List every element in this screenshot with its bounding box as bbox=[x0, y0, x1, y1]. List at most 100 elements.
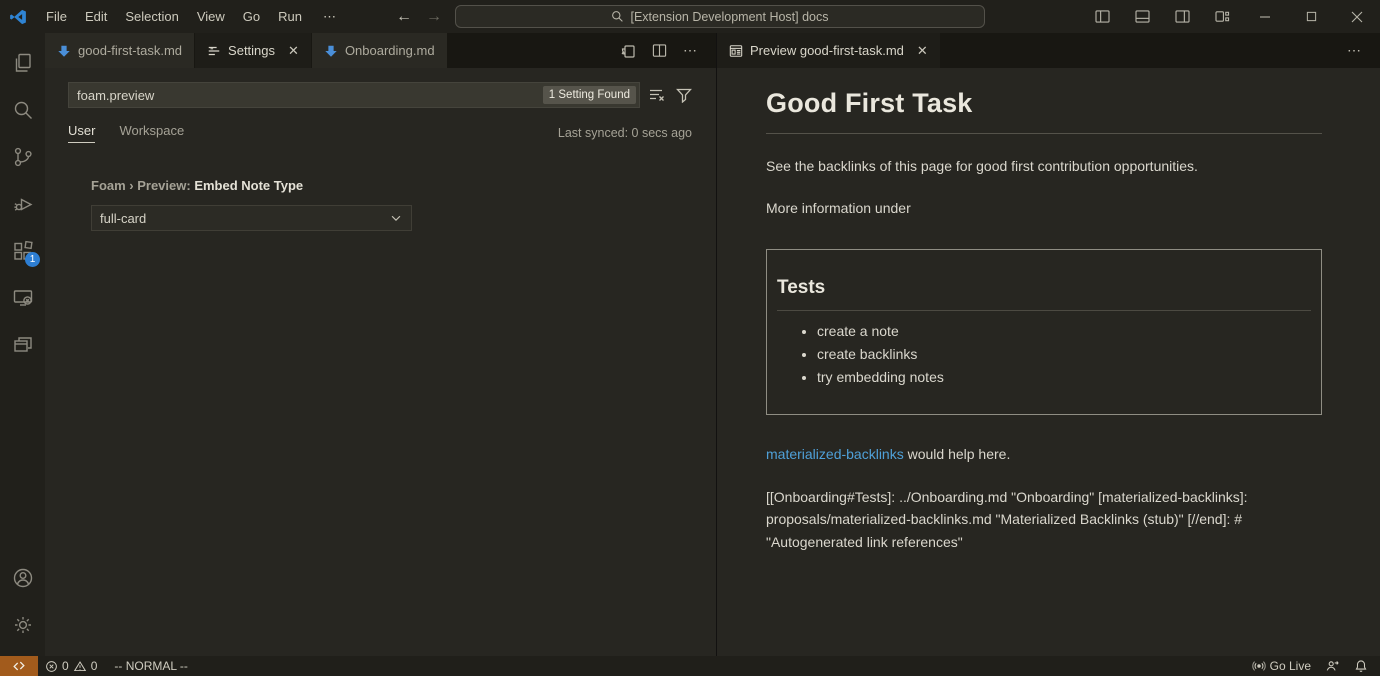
list-item: create backlinks bbox=[817, 346, 1311, 362]
vim-mode-indicator: -- NORMAL -- bbox=[104, 659, 198, 673]
tab-preview-good-first-task[interactable]: Preview good-first-task.md ✕ bbox=[717, 33, 941, 68]
settings-search-icons bbox=[648, 87, 692, 103]
more-actions-icon[interactable]: ⋯ bbox=[683, 42, 698, 59]
scope-tab-user[interactable]: User bbox=[68, 123, 95, 143]
title-bar: File Edit Selection View Go Run ⋯ ← → [E… bbox=[0, 0, 1380, 33]
list-item: try embedding notes bbox=[817, 369, 1311, 385]
vscode-logo-icon bbox=[9, 8, 27, 26]
menu-go[interactable]: Go bbox=[234, 0, 269, 33]
bell-icon bbox=[1354, 659, 1368, 673]
command-center-label: [Extension Development Host] docs bbox=[630, 10, 828, 24]
menu-selection[interactable]: Selection bbox=[116, 0, 187, 33]
maximize-button[interactable] bbox=[1288, 0, 1334, 33]
setting-item: Foam › Preview: Embed Note Type full-car… bbox=[91, 178, 692, 231]
tab-bar-right: Preview good-first-task.md ✕ ⋯ bbox=[717, 33, 1380, 68]
preview-intro: See the backlinks of this page for good … bbox=[766, 157, 1322, 176]
person-arrow-icon bbox=[1325, 659, 1340, 673]
settings-search-row: 1 Setting Found bbox=[68, 82, 692, 108]
materialized-backlinks-link[interactable]: materialized-backlinks bbox=[766, 446, 904, 462]
tab-close-icon[interactable]: ✕ bbox=[917, 43, 928, 59]
card-title: Tests bbox=[777, 277, 1311, 299]
split-editor-icon[interactable] bbox=[652, 43, 667, 58]
filter-funnel-icon[interactable] bbox=[676, 87, 692, 103]
problems-indicator[interactable]: 0 0 bbox=[38, 656, 104, 676]
feedback-button[interactable] bbox=[1318, 656, 1347, 676]
menu-view[interactable]: View bbox=[188, 0, 234, 33]
setting-category: Foam › Preview: bbox=[91, 178, 194, 193]
clear-filters-icon[interactable] bbox=[648, 87, 666, 103]
notifications-button[interactable] bbox=[1347, 656, 1380, 676]
source-control-icon[interactable] bbox=[0, 133, 45, 180]
settings-editor-icon bbox=[207, 44, 221, 58]
warnings-count: 0 bbox=[91, 659, 98, 673]
settings-editor: 1 Setting Found User Workspace Last sync… bbox=[45, 68, 716, 656]
markdown-preview-icon bbox=[729, 44, 743, 58]
status-bar-right: Go Live bbox=[1245, 656, 1380, 676]
embedded-note-card: Tests create a note create backlinks try… bbox=[766, 249, 1322, 415]
toggle-panel-icon[interactable] bbox=[1122, 0, 1162, 33]
remote-explorer-icon[interactable] bbox=[0, 274, 45, 321]
search-icon bbox=[611, 10, 624, 23]
activity-bar: 1 bbox=[0, 33, 45, 656]
scope-tab-workspace[interactable]: Workspace bbox=[119, 123, 184, 142]
history-nav: ← → bbox=[396, 0, 442, 33]
minimize-button[interactable] bbox=[1242, 0, 1288, 33]
chevron-down-icon bbox=[389, 211, 403, 225]
tab-label: good-first-task.md bbox=[78, 43, 182, 58]
editor-group-right: Preview good-first-task.md ✕ ⋯ Good Firs… bbox=[717, 33, 1380, 656]
errors-count: 0 bbox=[62, 659, 69, 673]
remote-indicator[interactable] bbox=[0, 656, 38, 676]
tab-bar-left: good-first-task.md Settings ✕ Onboarding… bbox=[45, 33, 716, 68]
toggle-secondary-sidebar-icon[interactable] bbox=[1162, 0, 1202, 33]
settings-scope-row: User Workspace Last synced: 0 secs ago bbox=[68, 121, 692, 144]
toggle-primary-sidebar-icon[interactable] bbox=[1082, 0, 1122, 33]
tab-onboarding[interactable]: Onboarding.md bbox=[312, 33, 448, 68]
status-bar: 0 0 -- NORMAL -- Go Live bbox=[0, 656, 1380, 676]
menu-edit[interactable]: Edit bbox=[76, 0, 116, 33]
help-paragraph: materialized-backlinks would help here. bbox=[766, 445, 1322, 464]
sync-status: Last synced: 0 secs ago bbox=[558, 126, 692, 140]
more-actions-icon[interactable]: ⋯ bbox=[1347, 42, 1362, 59]
setting-title: Foam › Preview: Embed Note Type bbox=[91, 178, 692, 193]
tab-label: Settings bbox=[228, 43, 275, 58]
title-divider bbox=[766, 133, 1322, 134]
setting-name: Embed Note Type bbox=[194, 178, 303, 193]
open-settings-json-icon[interactable] bbox=[620, 43, 636, 59]
extensions-badge: 1 bbox=[25, 252, 40, 267]
menu-file[interactable]: File bbox=[37, 0, 76, 33]
run-debug-icon[interactable] bbox=[0, 180, 45, 227]
go-live-label: Go Live bbox=[1270, 659, 1311, 673]
editor-group-left: good-first-task.md Settings ✕ Onboarding… bbox=[45, 33, 716, 656]
windows-panels-icon[interactable] bbox=[0, 321, 45, 368]
menu-overflow[interactable]: ⋯ bbox=[311, 9, 348, 25]
close-window-button[interactable] bbox=[1334, 0, 1380, 33]
link-references: [[Onboarding#Tests]: ../Onboarding.md "O… bbox=[766, 486, 1268, 554]
menu-run[interactable]: Run bbox=[269, 0, 311, 33]
search-view-icon[interactable] bbox=[0, 86, 45, 133]
preview-more-info: More information under bbox=[766, 199, 1322, 218]
settings-searchbox: 1 Setting Found bbox=[68, 82, 640, 108]
results-count-badge: 1 Setting Found bbox=[543, 86, 636, 104]
activity-bar-bottom bbox=[0, 548, 45, 648]
command-center-search[interactable]: [Extension Development Host] docs bbox=[455, 5, 985, 28]
back-arrow-icon[interactable]: ← bbox=[396, 8, 412, 26]
tab-close-icon[interactable]: ✕ bbox=[288, 43, 299, 59]
broadcast-icon bbox=[1252, 659, 1266, 673]
card-list: create a note create backlinks try embed… bbox=[777, 323, 1311, 385]
embed-note-type-select[interactable]: full-card bbox=[91, 205, 412, 231]
go-live-button[interactable]: Go Live bbox=[1245, 656, 1318, 676]
list-item: create a note bbox=[817, 323, 1311, 339]
window-controls bbox=[1082, 0, 1380, 33]
forward-arrow-icon[interactable]: → bbox=[426, 8, 442, 26]
settings-gear-icon[interactable] bbox=[0, 601, 45, 648]
explorer-icon[interactable] bbox=[0, 39, 45, 86]
markdown-file-icon bbox=[57, 44, 71, 58]
extensions-icon[interactable]: 1 bbox=[0, 227, 45, 274]
tab-good-first-task[interactable]: good-first-task.md bbox=[45, 33, 195, 68]
select-value: full-card bbox=[100, 211, 146, 226]
remote-icon bbox=[12, 659, 26, 673]
customize-layout-icon[interactable] bbox=[1202, 0, 1242, 33]
account-icon[interactable] bbox=[0, 554, 45, 601]
errors-icon bbox=[45, 660, 58, 673]
tab-settings[interactable]: Settings ✕ bbox=[195, 33, 312, 68]
